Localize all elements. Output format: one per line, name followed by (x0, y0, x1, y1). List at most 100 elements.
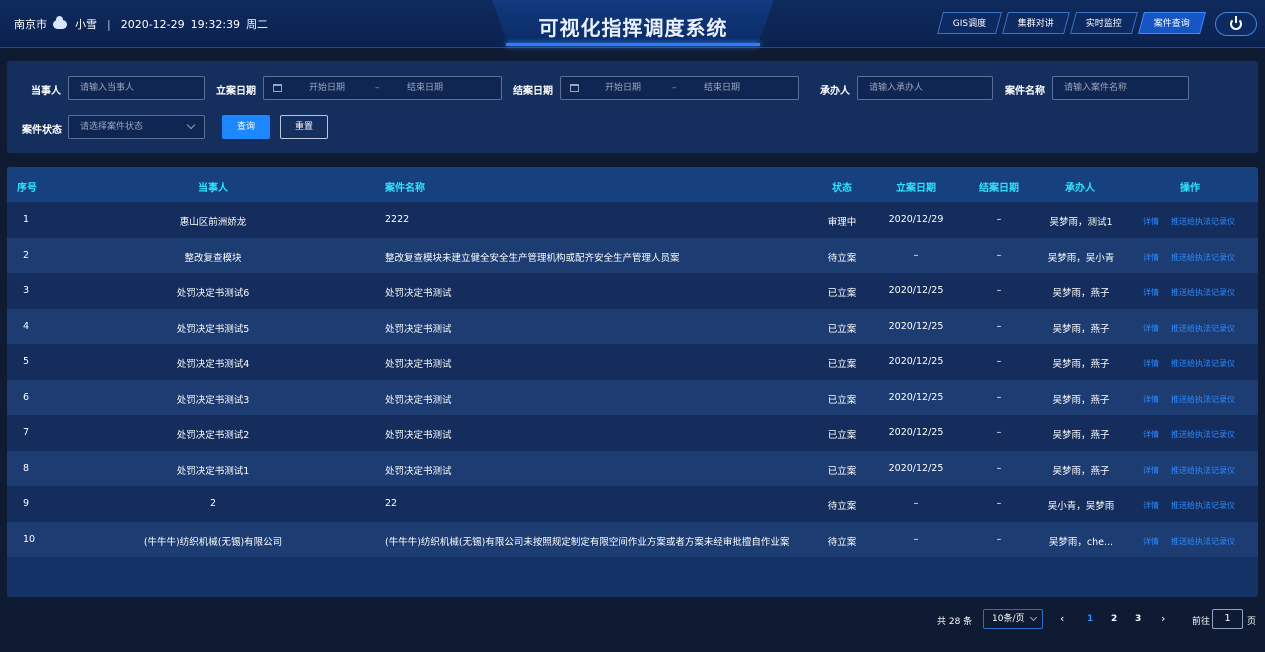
range-separator: – (672, 83, 677, 93)
col-party: 当事人 (198, 183, 228, 194)
push-to-recorder-link[interactable]: 推送给执法记录仪 (1171, 394, 1235, 405)
chevron-right-icon[interactable]: › (1161, 612, 1165, 625)
title-underline (506, 43, 760, 46)
push-to-recorder-link[interactable]: 推送给执法记录仪 (1171, 252, 1235, 263)
handler-input[interactable]: 请输入承办人 (857, 76, 993, 100)
table-row: 6 处罚决定书测试3 处罚决定书测试 已立案 2020/12/25– 吴梦雨，燕子 详情 推送… (7, 379, 1258, 415)
total-count: 共 28 条 (937, 617, 973, 627)
table-header: 序号 当事人 案件名称 状态 立案日期 结案日期 承办人 操作 (7, 167, 1258, 202)
case-status-select[interactable]: 请选择案件状态 (68, 115, 205, 139)
push-to-recorder-link[interactable]: 推送给执法记录仪 (1171, 536, 1235, 547)
cell-seq: 8 (23, 462, 30, 474)
chevron-down-icon (186, 120, 196, 130)
header-info: 南京市 小雪 | 2020-12-29 19:32:39 周二 (14, 15, 269, 32)
detail-link[interactable]: 详情 (1143, 252, 1159, 263)
nav-cluster-talk[interactable]: 集群对讲 (1002, 12, 1070, 34)
goto-page-input[interactable]: 1 (1212, 609, 1243, 629)
detail-link[interactable]: 详情 (1143, 429, 1159, 440)
push-to-recorder-link[interactable]: 推送给执法记录仪 (1171, 287, 1235, 298)
cell-case-name: 处罚决定书测试 (385, 394, 452, 406)
col-status: 状态 (832, 183, 852, 194)
cloud-icon (53, 15, 67, 29)
table-row: 5 处罚决定书测试4 处罚决定书测试 已立案 2020/12/25– 吴梦雨，燕子 详情 推送… (7, 344, 1258, 380)
party-input[interactable]: 请输入当事人 (68, 76, 205, 100)
cell-case-name: 整改复查模块未建立健全安全生产管理机构或配齐安全生产管理人员案 (385, 252, 680, 264)
cell-seq: 10 (23, 533, 36, 545)
detail-link[interactable]: 详情 (1143, 465, 1159, 476)
case-table: 序号 当事人 案件名称 状态 立案日期 结案日期 承办人 操作 1 惠山区前洲娇龙… (7, 167, 1258, 597)
detail-link[interactable]: 详情 (1143, 323, 1159, 334)
nav-case-query[interactable]: 案件查询 (1138, 12, 1206, 34)
closing-date-label: 结案日期 (513, 86, 553, 97)
filing-start-date: 开始日期 (309, 83, 346, 93)
cell-case-name: 处罚决定书测试 (385, 359, 452, 370)
page-size-select[interactable]: 10条/页 (983, 609, 1043, 629)
weekday-label: 周二 (246, 18, 269, 31)
col-handler: 承办人 (1065, 183, 1095, 194)
table-row: 8 处罚决定书测试1 处罚决定书测试 已立案 2020/12/25– 吴梦雨，燕子 详情 推送… (7, 450, 1258, 486)
filing-date-range[interactable]: 开始日期 – 结束日期 (263, 76, 502, 100)
cell-party: 处罚决定书测试1 (176, 465, 250, 477)
date-label: 2020-12-29 (120, 17, 185, 31)
chevron-down-icon (1029, 613, 1038, 622)
cell-case-name: (牛牛牛)纺织机械(无锡)有限公司未按照规定制定有限空间作业方案或者方案未经审批… (385, 536, 790, 548)
pagination: 共 28 条 10条/页 ‹ 1 2 3 › 前往 1 页 (0, 609, 1265, 631)
detail-link[interactable]: 详情 (1143, 216, 1159, 227)
detail-link[interactable]: 详情 (1143, 500, 1159, 511)
push-to-recorder-link[interactable]: 推送给执法记录仪 (1171, 358, 1235, 369)
cell-seq: 3 (23, 285, 30, 296)
cell-party: 处罚决定书测试4 (176, 359, 250, 370)
detail-link[interactable]: 详情 (1143, 394, 1159, 405)
table-row: 10 (牛牛牛)纺织机械(无锡)有限公司 (牛牛牛)纺织机械(无锡)有限公司未按照规… (7, 521, 1258, 557)
push-to-recorder-link[interactable]: 推送给执法记录仪 (1171, 465, 1235, 476)
cell-party: 惠山区前洲娇龙 (179, 217, 247, 228)
range-separator: – (375, 83, 380, 93)
query-button[interactable]: 查询 (222, 115, 270, 139)
party-label: 当事人 (31, 86, 61, 97)
cell-case-name: 2222 (385, 214, 410, 225)
cell-case-name: 处罚决定书测试 (385, 465, 452, 477)
cell-seq: 7 (23, 427, 30, 438)
detail-link[interactable]: 详情 (1143, 536, 1159, 547)
table-row: 9 2 22 待立案 – – 吴小青，吴梦雨 详情 推送给执法记录仪 (7, 486, 1258, 522)
cell-seq: 6 (23, 391, 30, 403)
page-title: 可视化指挥调度系统 (538, 16, 728, 40)
page-3[interactable]: 3 (1135, 614, 1141, 624)
chevron-left-icon[interactable]: ‹ (1060, 612, 1064, 625)
push-to-recorder-link[interactable]: 推送给执法记录仪 (1171, 500, 1235, 511)
filing-end-date: 结束日期 (407, 83, 444, 93)
nav-live-monitor[interactable]: 实时监控 (1070, 12, 1138, 34)
cell-party: 处罚决定书测试5 (176, 323, 250, 335)
reset-button[interactable]: 重置 (280, 115, 328, 139)
case-name-input[interactable]: 请输入案件名称 (1052, 76, 1189, 100)
closing-start-date: 开始日期 (605, 83, 642, 93)
cell-party: 处罚决定书测试6 (176, 288, 250, 299)
title-banner: 可视化指挥调度系统 (492, 0, 774, 48)
power-button[interactable] (1215, 12, 1257, 36)
push-to-recorder-link[interactable]: 推送给执法记录仪 (1171, 216, 1235, 227)
cell-seq: 5 (23, 356, 30, 367)
push-to-recorder-link[interactable]: 推送给执法记录仪 (1171, 323, 1235, 334)
detail-link[interactable]: 详情 (1143, 358, 1159, 369)
closing-date-range[interactable]: 开始日期 – 结束日期 (560, 76, 799, 100)
nav-gis-dispatch[interactable]: GIS调度 (936, 12, 1002, 34)
page-1[interactable]: 1 (1087, 614, 1093, 624)
detail-link[interactable]: 详情 (1143, 287, 1159, 298)
cell-party: (牛牛牛)纺织机械(无锡)有限公司 (143, 536, 283, 548)
cell-party: 处罚决定书测试2 (176, 430, 250, 441)
cell-seq: 4 (23, 320, 30, 332)
case-status-label: 案件状态 (22, 125, 62, 136)
filing-date-label: 立案日期 (216, 86, 256, 97)
col-actions: 操作 (1180, 183, 1200, 194)
page-unit: 页 (1247, 617, 1257, 627)
cell-case-name: 22 (385, 498, 398, 509)
top-header: 南京市 小雪 | 2020-12-29 19:32:39 周二 可视化指挥调度系… (0, 0, 1265, 48)
cell-seq: 2 (23, 249, 30, 261)
cell-case-name: 处罚决定书测试 (385, 323, 452, 335)
push-to-recorder-link[interactable]: 推送给执法记录仪 (1171, 429, 1235, 440)
cell-seq: 9 (23, 498, 30, 509)
city-label: 南京市 (14, 18, 47, 31)
col-filing-date: 立案日期 (896, 183, 936, 194)
page-2[interactable]: 2 (1111, 614, 1117, 624)
table-row: 4 处罚决定书测试5 处罚决定书测试 已立案 2020/12/25– 吴梦雨，燕子 详情 推送… (7, 308, 1258, 344)
